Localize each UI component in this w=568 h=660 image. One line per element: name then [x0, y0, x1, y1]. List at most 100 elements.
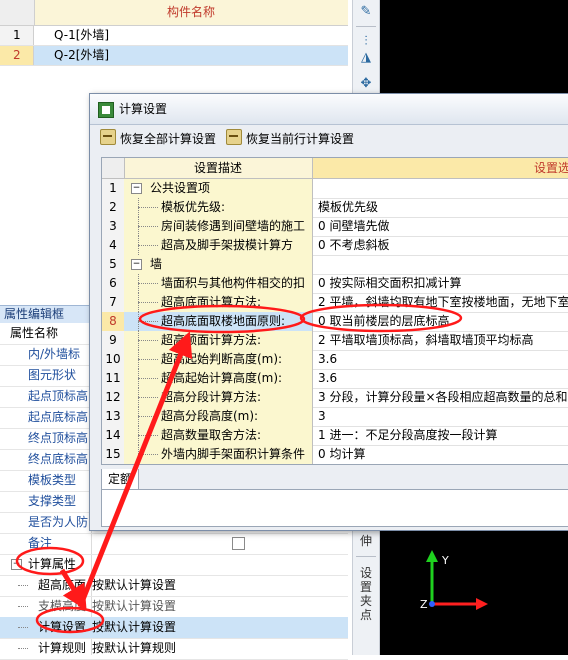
row-description-cell: 超高起始计算高度(m):: [124, 369, 313, 388]
row-description-cell: 超高分段高度(m):: [124, 407, 313, 426]
tree-connector: [138, 245, 158, 247]
property-label: 支撑类型: [28, 494, 77, 508]
description-column-header[interactable]: 设置描述: [124, 158, 313, 178]
component-name: Q-1[外墙]: [54, 28, 110, 42]
component-list: 构件名称 1 Q-1[外墙] 2 Q-2[外墙]: [0, 0, 348, 92]
row-value[interactable]: 3.6: [318, 350, 337, 369]
component-row[interactable]: 1 Q-1[外墙]: [0, 26, 348, 46]
move-icon[interactable]: ✥: [355, 74, 377, 94]
pencil-icon[interactable]: ✎: [355, 2, 377, 22]
row-value[interactable]: 2 平墙取墙顶标高，斜墙取墙顶平均标高: [318, 331, 533, 350]
stretch-tool-label[interactable]: 伸: [356, 534, 376, 549]
row-description: 墙: [150, 257, 163, 271]
component-list-header: 构件名称: [0, 0, 348, 26]
row-number: 9: [102, 331, 125, 350]
grid-row[interactable]: 9 超高顶面计算方法: 2 平墙取墙顶标高，斜墙取墙顶平均标高: [102, 331, 568, 351]
row-description-cell: 超高分段计算方法:: [124, 388, 313, 407]
flip-icon[interactable]: ◮: [355, 48, 377, 68]
row-value[interactable]: 模板优先级: [318, 198, 378, 217]
row-description-cell: 超高底面计算方法:: [124, 293, 313, 312]
property-row[interactable]: 支模高度 按默认计算设置: [0, 596, 348, 618]
grid-row[interactable]: 8 超高底面取楼地面原则: 0 取当前楼层的层底标高: [102, 312, 568, 332]
row-description-cell: 超高底面取楼地面原则:: [124, 312, 313, 331]
row-description: 超高分段计算方法:: [161, 390, 262, 404]
row-value[interactable]: 0 均计算: [318, 445, 365, 464]
tree-connector: [138, 454, 158, 456]
remark-checkbox[interactable]: [232, 537, 245, 550]
property-label: 起点底标高: [28, 410, 89, 424]
set-grip-points-label[interactable]: 设置夹点: [359, 566, 373, 622]
row-description: 超高顶面计算方法:: [161, 333, 262, 347]
tree-connector: [138, 321, 158, 323]
grid-row[interactable]: 15 外墙内脚手架面积计算条件 0 均计算: [102, 445, 568, 464]
property-label: 模板类型: [28, 473, 77, 487]
component-name-column-header[interactable]: 构件名称: [34, 0, 348, 25]
restore-current-label: 恢复当前行计算设置: [246, 132, 355, 146]
row-number: 8: [102, 312, 125, 331]
grid-category-row[interactable]: 1− 公共设置项: [102, 179, 568, 199]
row-value[interactable]: 3.6: [318, 369, 337, 388]
grid-row[interactable]: 13 超高分段高度(m): 3: [102, 407, 568, 427]
value-column-header[interactable]: 设置选: [313, 158, 568, 178]
grid-row[interactable]: 10 超高起始判断高度(m): 3.6: [102, 350, 568, 370]
collapse-icon[interactable]: −: [131, 183, 142, 194]
restore-all-button[interactable]: 恢复全部计算设置: [100, 129, 216, 149]
row-number: 10: [102, 350, 125, 369]
tree-connector: [18, 606, 28, 608]
row-value[interactable]: 1 进一：不足分段高度按一段计算: [318, 426, 497, 445]
tree-connector: [138, 207, 158, 209]
grid-row[interactable]: 12 超高分段计算方法: 3 分段，计算分段量×各段相应超高数量的总和: [102, 388, 568, 408]
property-label: 终点底标高: [28, 452, 89, 466]
property-row[interactable]: 超高底面 按默认计算设置: [0, 575, 348, 597]
property-name-header: 属性名称: [10, 326, 59, 340]
grid-row[interactable]: 7 超高底面计算方法: 2 平墙，斜墙均取有地下室按楼地面，无地下室按: [102, 293, 568, 313]
property-value[interactable]: 按默认计算设置: [92, 617, 176, 638]
row-description: 房间装修遇到间壁墙的施工: [161, 219, 306, 233]
tree-connector: [138, 359, 158, 361]
row-value[interactable]: 0 间壁墙先做: [318, 217, 389, 236]
row-number: 2: [102, 198, 125, 217]
grid-category-row[interactable]: 5− 墙: [102, 255, 568, 275]
grid-row[interactable]: 6 墙面积与其他构件相交的扣 0 按实际相交面积扣减计算: [102, 274, 568, 294]
property-label: 起点顶标高: [28, 389, 89, 403]
row-description-cell: 超高顶面计算方法:: [124, 331, 313, 350]
row-description: 超高分段高度(m):: [161, 409, 259, 423]
dialog-toolbar: 恢复全部计算设置 恢复当前行计算设置: [90, 125, 568, 153]
row-number: 12: [102, 388, 125, 407]
property-row[interactable]: 备注: [0, 533, 348, 555]
property-row-calc-settings[interactable]: 计算设置 按默认计算设置: [0, 617, 348, 639]
tree-connector: [18, 627, 28, 629]
row-value[interactable]: 2 平墙，斜墙均取有地下室按楼地面，无地下室按: [318, 293, 568, 312]
row-index: 1: [0, 26, 34, 45]
row-value[interactable]: 3: [318, 407, 326, 426]
row-value[interactable]: 0 不考虑斜板: [318, 236, 389, 255]
origin-marker: [429, 601, 435, 607]
property-label: 图元形状: [28, 368, 77, 382]
grid-row[interactable]: 11 超高起始计算高度(m): 3.6: [102, 369, 568, 389]
property-row[interactable]: 计算规则 按默认计算规则: [0, 638, 348, 660]
collapse-icon[interactable]: −: [131, 259, 142, 270]
grid-row[interactable]: 14 超高数量取舍方法: 1 进一：不足分段高度按一段计算: [102, 426, 568, 446]
row-description: 超高数量取舍方法:: [161, 428, 262, 442]
x-axis-arrow: [476, 598, 488, 610]
tab-quota[interactable]: 定额: [101, 469, 139, 490]
component-row-selected[interactable]: 2 Q-2[外墙]: [0, 46, 348, 66]
settings-grid: 设置描述 设置选 1− 公共设置项 2 模板优先级: 模板优先级 3 房间装修遇到间壁墙的施…: [101, 157, 568, 465]
index-column-header: [0, 0, 35, 25]
dialog-titlebar[interactable]: 计算设置: [90, 94, 568, 125]
row-value[interactable]: 0 取当前楼层的层底标高: [318, 312, 449, 331]
grid-row[interactable]: 4 超高及脚手架拔模计算方 0 不考虑斜板: [102, 236, 568, 256]
collapse-icon[interactable]: −: [11, 559, 22, 570]
calc-properties-group[interactable]: − 计算属性: [0, 554, 348, 576]
grid-row[interactable]: 3 房间装修遇到间壁墙的施工 0 间壁墙先做: [102, 217, 568, 237]
row-number: 4: [102, 236, 125, 255]
row-value[interactable]: 0 按实际相交面积扣减计算: [318, 274, 461, 293]
row-number: 5: [102, 255, 125, 274]
grid-row[interactable]: 2 模板优先级: 模板优先级: [102, 198, 568, 218]
row-description-cell: 外墙内脚手架面积计算条件: [124, 445, 313, 464]
restore-current-button[interactable]: 恢复当前行计算设置: [226, 129, 354, 149]
row-number: 13: [102, 407, 125, 426]
row-description: 超高起始计算高度(m):: [161, 371, 283, 385]
property-label: 超高底面: [38, 578, 87, 592]
row-value[interactable]: 3 分段，计算分段量×各段相应超高数量的总和: [318, 388, 568, 407]
